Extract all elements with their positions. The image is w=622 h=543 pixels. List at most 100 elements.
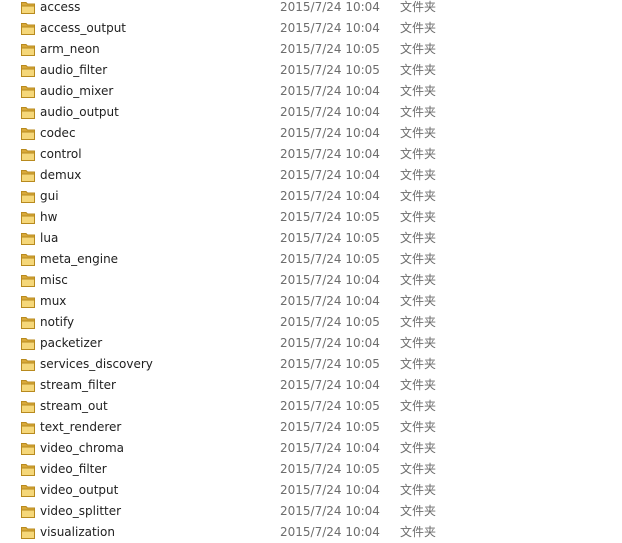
file-row[interactable]: control 2015/7/24 10:04 文件夹: [0, 144, 622, 165]
file-type: 文件夹: [400, 504, 437, 518]
folder-icon: [21, 106, 35, 119]
file-row[interactable]: audio_filter 2015/7/24 10:05 文件夹: [0, 60, 622, 81]
file-modified-date: 2015/7/24 10:04: [280, 294, 380, 308]
file-type: 文件夹: [400, 210, 437, 224]
file-row[interactable]: access_output 2015/7/24 10:04 文件夹: [0, 18, 622, 39]
file-row[interactable]: text_renderer 2015/7/24 10:05 文件夹: [0, 417, 622, 438]
file-modified-date: 2015/7/24 10:04: [280, 21, 380, 35]
file-name: audio_filter: [40, 63, 108, 77]
file-list: access 2015/7/24 10:04 文件夹 access_output 201…: [0, 0, 622, 543]
file-name: text_renderer: [40, 420, 122, 434]
file-modified-date: 2015/7/24 10:04: [280, 483, 380, 497]
file-name: video_output: [40, 483, 119, 497]
file-type: 文件夹: [400, 168, 437, 182]
file-row[interactable]: access 2015/7/24 10:04 文件夹: [0, 0, 622, 18]
file-modified-date: 2015/7/24 10:05: [280, 63, 380, 77]
file-type: 文件夹: [400, 420, 437, 434]
file-name: audio_output: [40, 105, 119, 119]
file-row[interactable]: gui 2015/7/24 10:04 文件夹: [0, 186, 622, 207]
file-modified-date: 2015/7/24 10:04: [280, 0, 380, 14]
file-type: 文件夹: [400, 231, 437, 245]
file-type: 文件夹: [400, 462, 437, 476]
file-name: visualization: [40, 525, 115, 539]
file-modified-date: 2015/7/24 10:04: [280, 336, 380, 350]
file-name: stream_filter: [40, 378, 116, 392]
file-type: 文件夹: [400, 273, 437, 287]
file-row[interactable]: mux 2015/7/24 10:04 文件夹: [0, 291, 622, 312]
file-name: services_discovery: [40, 357, 153, 371]
file-name: hw: [40, 210, 58, 224]
file-type: 文件夹: [400, 399, 437, 413]
file-name: packetizer: [40, 336, 103, 350]
file-row[interactable]: stream_filter 2015/7/24 10:04 文件夹: [0, 375, 622, 396]
file-type: 文件夹: [400, 294, 437, 308]
file-modified-date: 2015/7/24 10:05: [280, 210, 380, 224]
file-name: video_splitter: [40, 504, 122, 518]
file-row[interactable]: audio_output 2015/7/24 10:04 文件夹: [0, 102, 622, 123]
file-row[interactable]: packetizer 2015/7/24 10:04 文件夹: [0, 333, 622, 354]
folder-icon: [21, 232, 35, 245]
file-row[interactable]: video_filter 2015/7/24 10:05 文件夹: [0, 459, 622, 480]
file-modified-date: 2015/7/24 10:04: [280, 189, 380, 203]
file-row[interactable]: visualization 2015/7/24 10:04 文件夹: [0, 522, 622, 543]
file-modified-date: 2015/7/24 10:05: [280, 42, 380, 56]
folder-icon: [21, 505, 35, 518]
file-type: 文件夹: [400, 357, 437, 371]
file-type: 文件夹: [400, 0, 437, 14]
folder-icon: [21, 253, 35, 266]
folder-icon: [21, 526, 35, 539]
file-type: 文件夹: [400, 147, 437, 161]
file-row[interactable]: hw 2015/7/24 10:05 文件夹: [0, 207, 622, 228]
file-name: access: [40, 0, 81, 14]
file-type: 文件夹: [400, 21, 437, 35]
folder-icon: [21, 1, 35, 14]
file-name: demux: [40, 168, 82, 182]
file-type: 文件夹: [400, 315, 437, 329]
file-name: arm_neon: [40, 42, 100, 56]
file-name: notify: [40, 315, 75, 329]
file-modified-date: 2015/7/24 10:05: [280, 420, 380, 434]
file-row[interactable]: misc 2015/7/24 10:04 文件夹: [0, 270, 622, 291]
file-row[interactable]: meta_engine 2015/7/24 10:05 文件夹: [0, 249, 622, 270]
file-row[interactable]: video_splitter 2015/7/24 10:04 文件夹: [0, 501, 622, 522]
folder-icon: [21, 274, 35, 287]
file-name: access_output: [40, 21, 127, 35]
folder-icon: [21, 358, 35, 371]
folder-icon: [21, 400, 35, 413]
file-modified-date: 2015/7/24 10:04: [280, 168, 380, 182]
folder-icon: [21, 295, 35, 308]
file-type: 文件夹: [400, 525, 437, 539]
file-name: video_filter: [40, 462, 107, 476]
folder-icon: [21, 337, 35, 350]
file-row[interactable]: audio_mixer 2015/7/24 10:04 文件夹: [0, 81, 622, 102]
file-row[interactable]: arm_neon 2015/7/24 10:05 文件夹: [0, 39, 622, 60]
file-row[interactable]: codec 2015/7/24 10:04 文件夹: [0, 123, 622, 144]
file-row[interactable]: video_chroma 2015/7/24 10:04 文件夹: [0, 438, 622, 459]
file-name: mux: [40, 294, 67, 308]
file-modified-date: 2015/7/24 10:05: [280, 462, 380, 476]
file-type: 文件夹: [400, 378, 437, 392]
folder-icon: [21, 85, 35, 98]
file-row[interactable]: demux 2015/7/24 10:04 文件夹: [0, 165, 622, 186]
file-row[interactable]: notify 2015/7/24 10:05 文件夹: [0, 312, 622, 333]
file-row[interactable]: lua 2015/7/24 10:05 文件夹: [0, 228, 622, 249]
file-type: 文件夹: [400, 105, 437, 119]
file-name: misc: [40, 273, 68, 287]
file-type: 文件夹: [400, 189, 437, 203]
folder-icon: [21, 22, 35, 35]
file-modified-date: 2015/7/24 10:04: [280, 378, 380, 392]
folder-icon: [21, 127, 35, 140]
file-name: stream_out: [40, 399, 108, 413]
file-row[interactable]: services_discovery 2015/7/24 10:05 文件夹: [0, 354, 622, 375]
file-modified-date: 2015/7/24 10:05: [280, 231, 380, 245]
file-modified-date: 2015/7/24 10:04: [280, 105, 380, 119]
file-row[interactable]: video_output 2015/7/24 10:04 文件夹: [0, 480, 622, 501]
file-modified-date: 2015/7/24 10:04: [280, 84, 380, 98]
file-modified-date: 2015/7/24 10:05: [280, 315, 380, 329]
file-modified-date: 2015/7/24 10:05: [280, 357, 380, 371]
folder-icon: [21, 169, 35, 182]
file-modified-date: 2015/7/24 10:04: [280, 441, 380, 455]
file-type: 文件夹: [400, 42, 437, 56]
file-row[interactable]: stream_out 2015/7/24 10:05 文件夹: [0, 396, 622, 417]
file-type: 文件夹: [400, 483, 437, 497]
